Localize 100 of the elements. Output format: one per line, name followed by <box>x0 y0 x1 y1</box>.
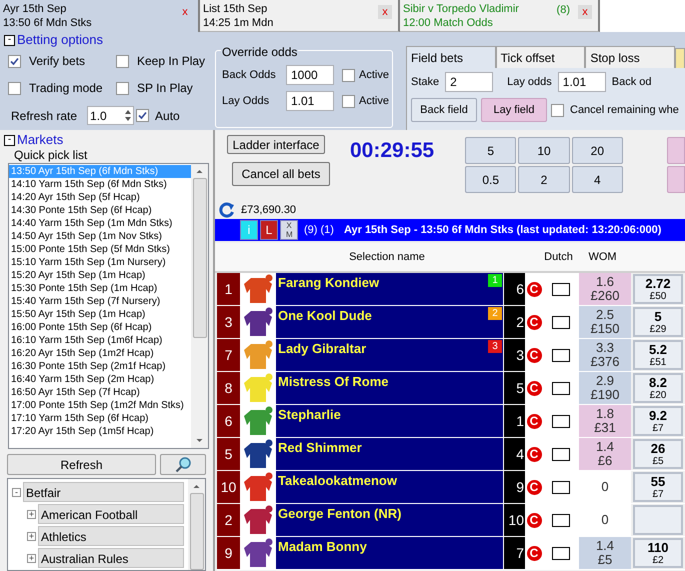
panel-tab[interactable]: Field bets <box>406 46 496 68</box>
collapse-button[interactable]: - <box>4 34 15 46</box>
tree-item[interactable]: Australian Rules <box>38 548 184 568</box>
dutch-checkbox[interactable] <box>552 348 570 362</box>
list-item[interactable]: 14:20 Ayr 15th Sep (5f Hcap) <box>9 191 191 204</box>
scrollbar-thumb[interactable] <box>190 493 204 570</box>
list-item[interactable]: 16:30 Ponte 15th Sep (2m1f Hcap) <box>9 360 191 373</box>
market-tab[interactable]: Ayr 15th Sep 13:50 6f Mdn Stks x <box>0 0 200 32</box>
checkbox[interactable] <box>551 104 564 116</box>
expand-toggle[interactable]: + <box>27 532 36 540</box>
tree-item[interactable]: Athletics <box>38 526 184 546</box>
list-item[interactable]: 17:20 Ayr 15th Sep (1m5f Hcap) <box>9 425 191 438</box>
dutch-checkbox[interactable] <box>552 316 570 328</box>
close-button[interactable]: x <box>378 5 392 19</box>
list-item[interactable]: 16:00 Ponte 15th Sep (6f Hcap) <box>9 321 191 334</box>
list-item[interactable]: 15:10 Yarm 15th Sep (1m Nursery) <box>9 256 191 269</box>
cancel-button[interactable]: C <box>526 348 542 362</box>
scrollbar[interactable] <box>191 164 208 448</box>
market-tab[interactable]: List 15th Sep 14:25 1m Mdn x <box>200 0 400 32</box>
stake-button[interactable]: 10 <box>518 137 570 164</box>
cloth-number: 3 <box>503 339 525 371</box>
list-item[interactable]: 16:50 Ayr 15th Sep (7f Hcap) <box>9 386 191 399</box>
expand-toggle[interactable]: + <box>27 510 36 518</box>
scrollbar-thumb[interactable] <box>192 178 206 338</box>
stake-button[interactable]: 0.5 <box>465 166 516 193</box>
cancel-button[interactable]: C <box>526 480 542 494</box>
toggle-button[interactable]: L <box>260 220 278 240</box>
price-button[interactable]: 55 £7 <box>633 472 683 502</box>
checkbox[interactable] <box>136 109 150 122</box>
spinner-field[interactable]: 1.0 <box>87 106 134 125</box>
dutch-checkbox[interactable] <box>552 514 570 526</box>
list-item[interactable]: 15:50 Ayr 15th Sep (1m Hcap) <box>9 308 191 321</box>
panel-tab[interactable]: Stop loss <box>585 46 676 68</box>
saddle-number: 3 <box>217 306 240 338</box>
close-button[interactable]: x <box>578 5 592 19</box>
cancel-button[interactable]: C <box>526 314 542 330</box>
dutch-checkbox[interactable] <box>552 282 570 296</box>
checkbox[interactable] <box>8 82 21 94</box>
search-button[interactable] <box>160 454 206 475</box>
collapse-button[interactable]: - <box>4 134 15 146</box>
tree-item[interactable]: American Football <box>38 504 184 524</box>
cancel-button[interactable]: C <box>526 414 542 428</box>
input-field[interactable]: 2 <box>445 72 494 92</box>
expand-toggle[interactable]: - <box>12 488 21 496</box>
panel-tab[interactable] <box>675 48 685 68</box>
field-bet-button[interactable]: Lay field <box>481 98 547 122</box>
list-item[interactable]: 17:00 Ponte 15th Sep (1m2f Mdn Stks) <box>9 399 191 412</box>
list-item[interactable]: 14:50 Ayr 15th Sep (1m Nov Stks) <box>9 230 191 243</box>
list-item[interactable]: 14:30 Ponte 15th Sep (6f Hcap) <box>9 204 191 217</box>
market-tab[interactable]: Sibir v Torpedo Vladimir 12:00 Match Odds (8) x <box>400 0 600 32</box>
cancel-button[interactable]: C <box>526 446 542 462</box>
cancel-all-button[interactable]: Cancel all bets <box>232 162 330 186</box>
list-item[interactable]: 15:00 Ponte 15th Sep (5f Mdn Stks) <box>9 243 191 256</box>
saddle-number: 5 <box>217 438 240 470</box>
stake-button[interactable]: 5 <box>465 137 516 164</box>
checkbox[interactable] <box>342 68 355 82</box>
cancel-button[interactable]: C <box>526 546 542 560</box>
input-field[interactable]: 1000 <box>286 65 334 85</box>
checkbox[interactable] <box>8 54 21 68</box>
stake-button[interactable]: 2 <box>518 166 570 193</box>
price-button[interactable]: 5 £29 <box>633 307 683 337</box>
list-item[interactable]: 16:10 Yarm 15th Sep (1m6f Hcap) <box>9 334 191 347</box>
list-item[interactable]: 16:40 Yarm 15th Sep (2m Hcap) <box>9 373 191 386</box>
dutch-checkbox[interactable] <box>552 480 570 494</box>
price-button[interactable]: 26 £5 <box>633 439 683 469</box>
list-item[interactable]: 14:10 Yarm 15th Sep (6f Mdn Stks) <box>9 178 191 191</box>
price-button[interactable]: 8.2 £20 <box>633 373 683 403</box>
scrollbar[interactable] <box>188 479 205 570</box>
cloth-number: 6 <box>503 273 525 305</box>
price-button[interactable]: 9.2 £7 <box>633 406 683 436</box>
price-button[interactable]: 5.2 £51 <box>633 340 683 370</box>
field-bet-button[interactable]: Back field <box>411 98 477 122</box>
stake-button[interactable]: 4 <box>572 166 623 193</box>
list-item[interactable]: 15:20 Ayr 15th Sep (1m Hcap) <box>9 269 191 282</box>
list-item[interactable]: 16:20 Ayr 15th Sep (1m2f Hcap) <box>9 347 191 360</box>
refresh-button[interactable]: Refresh <box>7 454 156 475</box>
tree-item[interactable]: Betfair <box>23 482 184 502</box>
ladder-interface-button[interactable]: Ladder interface <box>227 135 325 154</box>
checkbox[interactable] <box>342 94 355 108</box>
list-item[interactable]: 17:10 Yarm 15th Sep (6f Hcap) <box>9 412 191 425</box>
list-item[interactable]: 15:30 Ponte 15th Sep (1m Hcap) <box>9 282 191 295</box>
input-field[interactable]: 1.01 <box>558 72 606 92</box>
list-item[interactable]: 15:40 Yarm 15th Sep (7f Nursery) <box>9 295 191 308</box>
toggle-button[interactable]: X M <box>280 220 298 240</box>
dutch-checkbox[interactable] <box>552 448 570 460</box>
checkbox[interactable] <box>116 54 129 68</box>
price-button[interactable]: 110 £2 <box>633 538 683 568</box>
dutch-checkbox[interactable] <box>552 382 570 394</box>
cancel-button[interactable]: C <box>526 380 542 396</box>
expand-toggle[interactable]: + <box>27 554 36 562</box>
checkbox[interactable] <box>116 82 129 94</box>
panel-tab[interactable]: Tick offset <box>496 46 586 68</box>
input-field[interactable]: 1.01 <box>286 91 334 111</box>
stake-button[interactable]: 20 <box>572 137 623 164</box>
cancel-button[interactable]: C <box>526 512 542 528</box>
dutch-checkbox[interactable] <box>552 414 570 428</box>
price-button[interactable]: 2.72 £50 <box>633 274 683 304</box>
cancel-button[interactable]: C <box>526 282 542 296</box>
dutch-checkbox[interactable] <box>552 546 570 560</box>
list-item[interactable]: 14:40 Yarm 15th Sep (1m Mdn Stks) <box>9 217 191 230</box>
